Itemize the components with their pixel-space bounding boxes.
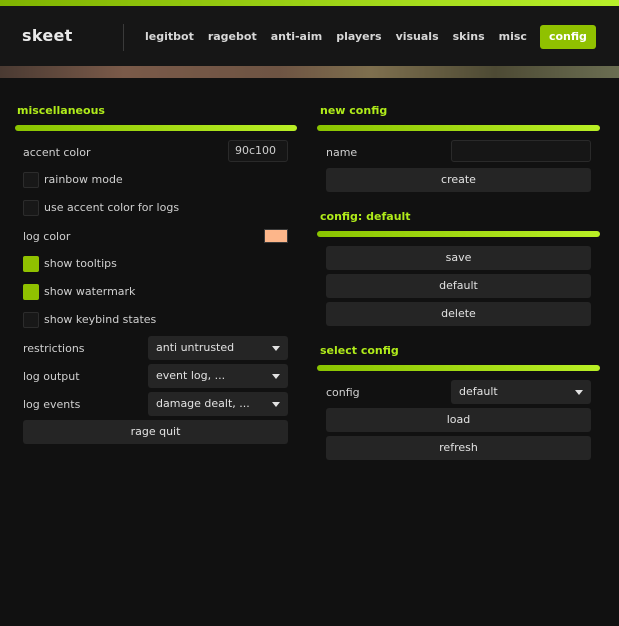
refresh-config-button[interactable]: refresh [326,436,591,460]
tab-config[interactable]: config [539,25,596,49]
tab-ragebot[interactable]: ragebot [201,25,264,49]
new-config-accent-bar [317,125,600,131]
tab-anti-aim[interactable]: anti-aim [264,25,330,49]
accent-color-label: accent color [23,146,91,159]
restrictions-value: anti untrusted [156,341,235,354]
show-keybind-states-checkbox[interactable] [23,312,39,328]
misc-accent-bar [15,125,297,131]
section-title-miscellaneous: miscellaneous [17,104,105,117]
chevron-down-icon [575,390,583,395]
log-events-value: damage dealt, ... [156,397,250,410]
log-color-swatch[interactable] [264,229,288,243]
show-tooltips-label: show tooltips [44,257,117,270]
show-watermark-label: show watermark [44,285,136,298]
log-color-label: log color [23,230,71,243]
select-config-accent-bar [317,365,600,371]
log-events-dropdown[interactable]: damage dealt, ... [148,392,288,416]
background-image-strip [0,66,619,78]
accent-color-input[interactable]: 90c100 [228,140,288,162]
config-name-input[interactable] [451,140,591,162]
create-config-button[interactable]: create [326,168,591,192]
restrictions-label: restrictions [23,342,85,355]
config-name-label: name [326,146,358,159]
tab-players[interactable]: players [329,25,388,49]
show-watermark-checkbox[interactable] [23,284,39,300]
rainbow-mode-label: rainbow mode [44,173,123,186]
rainbow-mode-checkbox[interactable] [23,172,39,188]
log-output-value: event log, ... [156,369,226,382]
default-config-button[interactable]: default [326,274,591,298]
config-default-accent-bar [317,231,600,237]
config-select-value: default [459,385,498,398]
restrictions-dropdown[interactable]: anti untrusted [148,336,288,360]
header-divider [123,24,124,51]
section-title-new-config: new config [320,104,388,117]
chevron-down-icon [272,374,280,379]
config-select-dropdown[interactable]: default [451,380,591,404]
show-tooltips-checkbox[interactable] [23,256,39,272]
tab-legitbot[interactable]: legitbot [138,25,201,49]
log-output-dropdown[interactable]: event log, ... [148,364,288,388]
tab-skins[interactable]: skins [446,25,492,49]
tab-visuals[interactable]: visuals [389,25,446,49]
save-config-button[interactable]: save [326,246,591,270]
main-panel: miscellaneous accent color 90c100 rainbo… [0,78,619,626]
config-select-label: config [326,386,360,399]
nav-tabs: legitbot ragebot anti-aim players visual… [138,25,596,49]
rage-quit-button[interactable]: rage quit [23,420,288,444]
load-config-button[interactable]: load [326,408,591,432]
log-output-label: log output [23,370,80,383]
chevron-down-icon [272,346,280,351]
section-title-select-config: select config [320,344,399,357]
use-accent-for-logs-checkbox[interactable] [23,200,39,216]
show-keybind-states-label: show keybind states [44,313,157,326]
tab-misc[interactable]: misc [492,25,534,49]
log-events-label: log events [23,398,81,411]
logo: skeet [22,26,73,45]
delete-config-button[interactable]: delete [326,302,591,326]
section-title-config-default: config: default [320,210,411,223]
use-accent-for-logs-label: use accent color for logs [44,201,180,214]
header: skeet legitbot ragebot anti-aim players … [0,6,619,66]
chevron-down-icon [272,402,280,407]
